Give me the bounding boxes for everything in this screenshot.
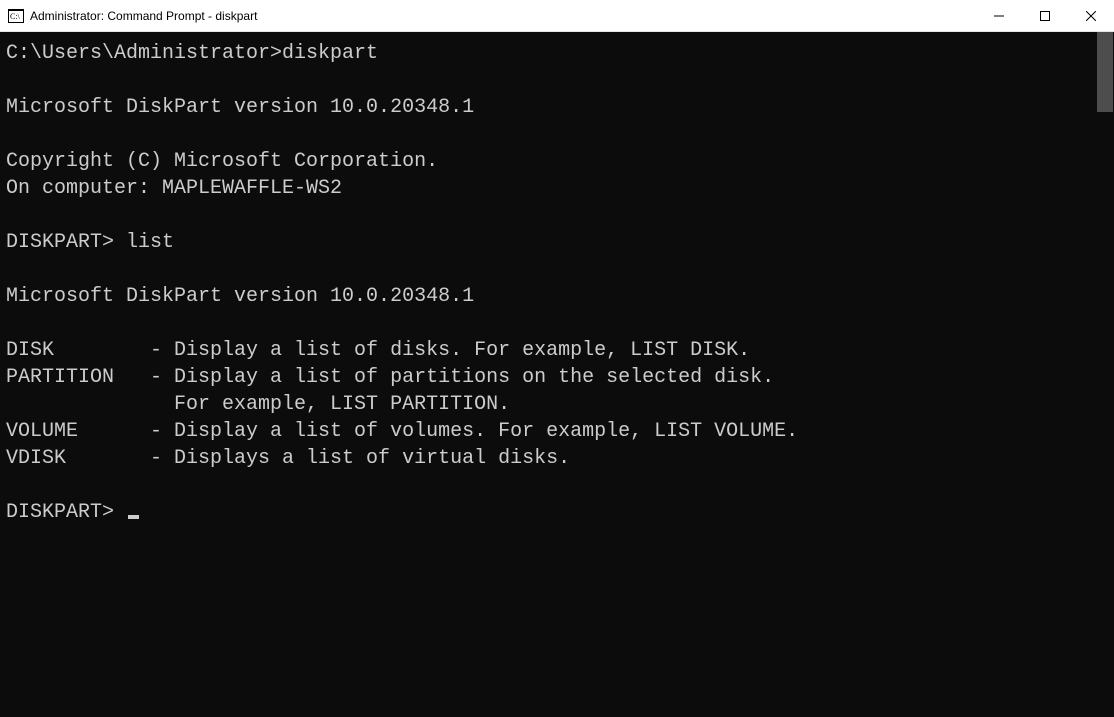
window-title: Administrator: Command Prompt - diskpart	[30, 9, 976, 23]
copyright-line: Copyright (C) Microsoft Corporation.	[6, 148, 1090, 175]
typed-command: list	[126, 231, 174, 254]
help-partition: PARTITION - Display a list of partitions…	[6, 364, 1090, 391]
console-area: C:\Users\Administrator>diskpart Microsof…	[0, 32, 1114, 717]
close-button[interactable]	[1068, 0, 1114, 32]
maximize-button[interactable]	[1022, 0, 1068, 32]
help-volume: VOLUME - Display a list of volumes. For …	[6, 418, 1090, 445]
cursor-icon	[128, 515, 139, 519]
minimize-button[interactable]	[976, 0, 1022, 32]
prompt-path: C:\Users\Administrator>	[6, 42, 282, 65]
diskpart-prompt: DISKPART>	[6, 501, 126, 524]
diskpart-prompt: DISKPART>	[6, 231, 126, 254]
help-vdisk: VDISK - Displays a list of virtual disks…	[6, 445, 1090, 472]
vertical-scrollbar[interactable]	[1096, 32, 1114, 717]
svg-text:C:\: C:\	[10, 12, 21, 21]
computer-line: On computer: MAPLEWAFFLE-WS2	[6, 175, 1090, 202]
scrollbar-thumb[interactable]	[1097, 32, 1113, 112]
version-line: Microsoft DiskPart version 10.0.20348.1	[6, 94, 1090, 121]
titlebar[interactable]: C:\ Administrator: Command Prompt - disk…	[0, 0, 1114, 32]
typed-command: diskpart	[282, 42, 378, 65]
console-output[interactable]: C:\Users\Administrator>diskpart Microsof…	[0, 32, 1096, 717]
version-line: Microsoft DiskPart version 10.0.20348.1	[6, 283, 1090, 310]
help-disk: DISK - Display a list of disks. For exam…	[6, 337, 1090, 364]
window-controls	[976, 0, 1114, 31]
app-icon: C:\	[8, 8, 24, 24]
help-partition-cont: For example, LIST PARTITION.	[6, 391, 1090, 418]
